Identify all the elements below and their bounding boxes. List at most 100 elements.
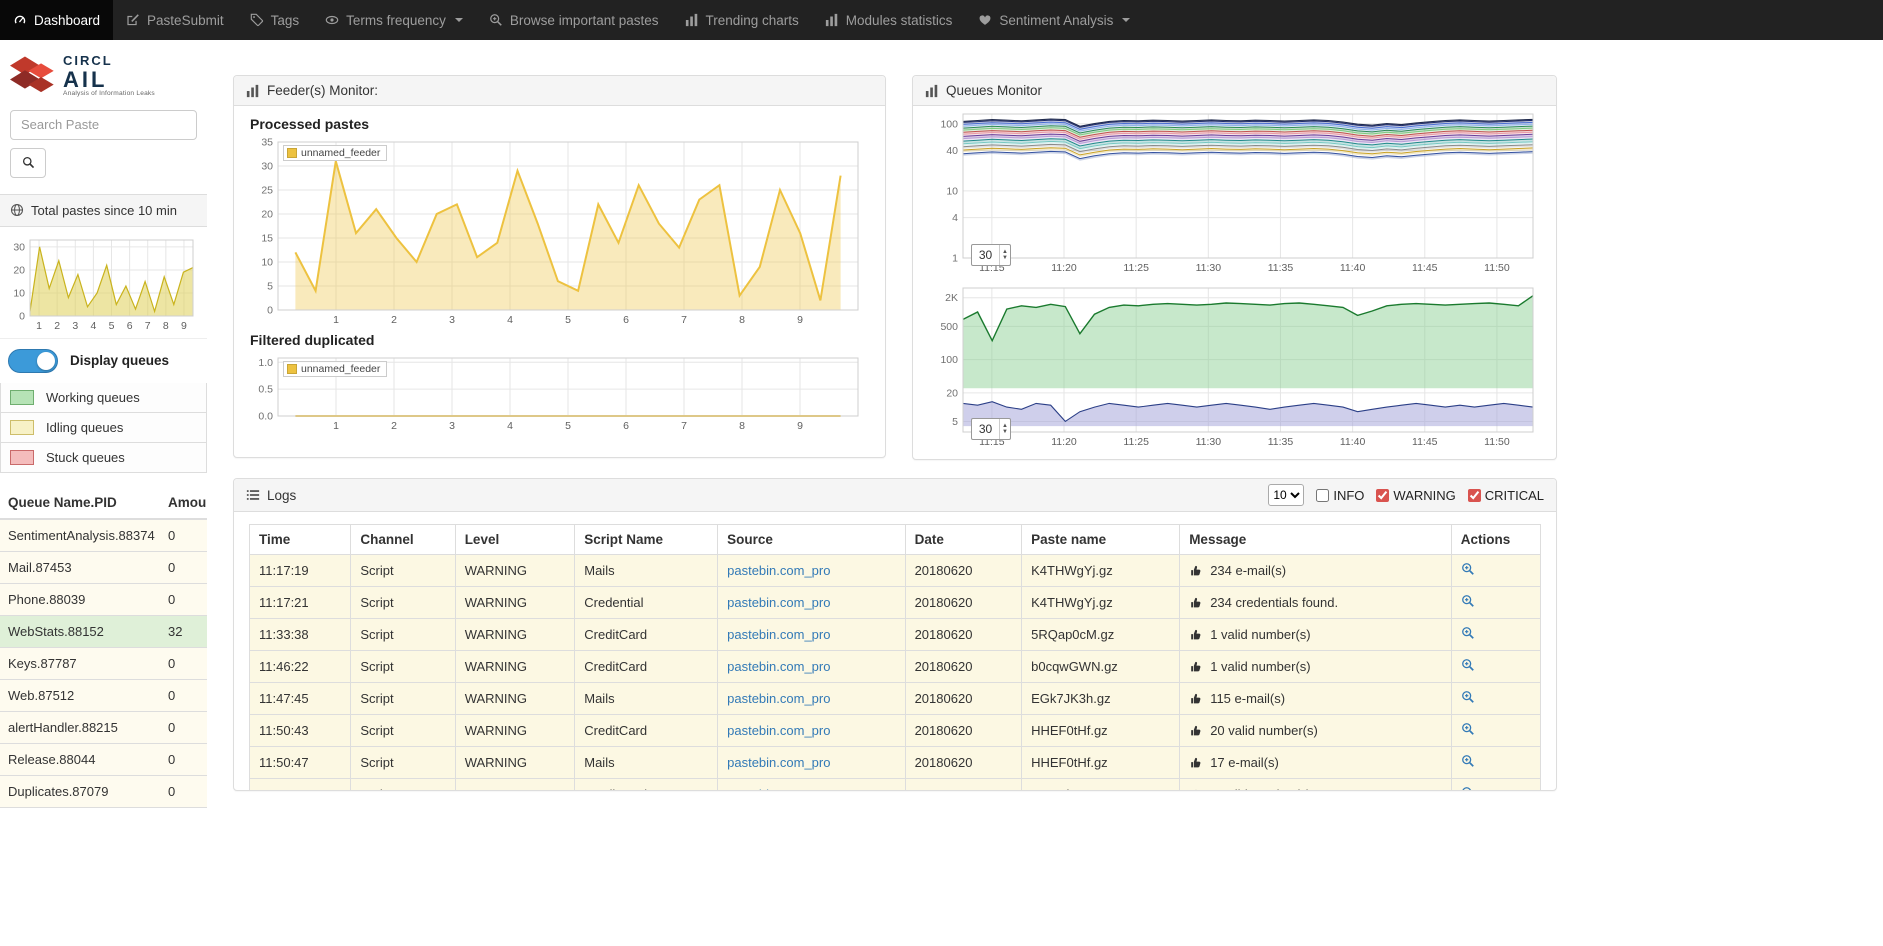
log-source-link[interactable]: pastebin.com_pro [727,787,830,791]
log-row: 11:17:19 Script WARNING Mails pastebin.c… [250,555,1541,587]
nav-pastesubmit[interactable]: PasteSubmit [113,0,237,40]
queue-name: Phone.88039 [0,583,160,615]
chart-icon [246,84,260,98]
svg-text:1: 1 [333,314,339,326]
chart-legend: unnamed_feeder [283,361,387,377]
nav-label: PasteSubmit [147,13,224,28]
inspect-paste-button[interactable] [1461,754,1475,768]
queue-row: Web.87512 0 [0,679,207,711]
logs-panel-heading: Logs 10 INFO WARNING CRITICAL [234,479,1556,512]
nav-browse-important-pastes[interactable]: Browse important pastes [476,0,672,40]
svg-text:0.0: 0.0 [258,411,273,423]
nav-trending-charts[interactable]: Trending charts [672,0,812,40]
log-channel: Script [351,587,455,619]
display-queues-label: Display queues [70,353,169,368]
thumbs-up-icon [1189,756,1203,770]
log-date: 20180620 [905,779,1022,792]
svg-text:20: 20 [261,209,273,221]
queue-amount: 0 [160,551,207,583]
log-source-link[interactable]: pastebin.com_pro [727,755,830,770]
nav-label: Modules statistics [846,13,953,28]
svg-text:500: 500 [940,321,958,333]
log-source-link[interactable]: pastebin.com_pro [727,595,830,610]
svg-text:8: 8 [739,314,745,326]
nav-tags[interactable]: Tags [237,0,313,40]
svg-text:1: 1 [333,420,339,432]
edit-icon [126,13,140,27]
svg-text:11:20: 11:20 [1051,262,1077,274]
spinner-arrows-icon[interactable]: ▲▼ [999,245,1010,265]
inspect-paste-button[interactable] [1461,658,1475,672]
nav-dashboard[interactable]: Dashboard [0,0,113,40]
log-row: 11:51:34 Script WARNING CreditCard paste… [250,779,1541,792]
log-level: WARNING [455,651,575,683]
log-source-link[interactable]: pastebin.com_pro [727,627,830,642]
svg-text:3: 3 [449,314,455,326]
col-channel: Channel [351,525,455,555]
queue-amount: 32 [160,615,207,647]
log-channel: Script [351,683,455,715]
display-queues-toggle[interactable] [8,349,58,373]
log-date: 20180620 [905,683,1022,715]
col-script-name: Script Name [575,525,718,555]
queue-row: SentimentAnalysis.88374 0 [0,519,207,552]
nav-modules-statistics[interactable]: Modules statistics [812,0,966,40]
logs-panel: Logs 10 INFO WARNING CRITICAL [233,478,1557,791]
nav-sentiment-analysis[interactable]: Sentiment Analysis [965,0,1143,40]
svg-text:11:50: 11:50 [1484,436,1510,448]
log-source-link[interactable]: pastebin.com_pro [727,659,830,674]
page-size-select[interactable]: 10 [1268,484,1304,506]
log-channel: Script [351,779,455,792]
queue-window-input[interactable]: 30 ▲▼ [971,244,1011,266]
log-script-name: Mails [575,555,718,587]
spinner-arrows-icon[interactable]: ▲▼ [999,419,1010,439]
log-paste-name: K4THWgYj.gz [1022,555,1180,587]
log-channel: Script [351,651,455,683]
nav-label: Dashboard [34,13,100,28]
svg-text:0.5: 0.5 [258,384,273,396]
inspect-paste-button[interactable] [1461,722,1475,736]
svg-text:2K: 2K [945,292,958,304]
log-date: 20180620 [905,619,1022,651]
queue-window-input[interactable]: 30 ▲▼ [971,418,1011,440]
queue-amount-header: Amount [160,487,207,519]
filter-label: WARNING [1393,488,1455,503]
log-channel: Script [351,715,455,747]
log-source-link[interactable]: pastebin.com_pro [727,691,830,706]
inspect-paste-button[interactable] [1461,690,1475,704]
log-message: 20 valid number(s) [1210,723,1318,738]
inspect-paste-button[interactable] [1461,786,1475,791]
legend-working-queues: Working queues [0,383,207,413]
queue-name: Keys.87787 [0,647,160,679]
search-paste-input[interactable] [10,110,197,140]
log-paste-name: qCPGbuBx.gz [1022,779,1180,792]
nav-terms-frequency[interactable]: Terms frequency [312,0,476,40]
thumbs-up-icon [1189,724,1203,738]
legend-stuck-queues: Stuck queues [0,443,207,473]
feeder-monitor-panel: Feeder(s) Monitor: Processed pastes 0510… [233,75,886,458]
log-channel: Script [351,555,455,587]
warning-checkbox[interactable] [1376,489,1389,502]
inspect-paste-button[interactable] [1461,594,1475,608]
feeder-panel-heading: Feeder(s) Monitor: [234,76,885,106]
log-source-link[interactable]: pastebin.com_pro [727,723,830,738]
log-source-link[interactable]: pastebin.com_pro [727,563,830,578]
log-script-name: Mails [575,683,718,715]
legend-label: Idling queues [46,420,123,435]
search-button[interactable] [10,148,46,178]
inspect-paste-button[interactable] [1461,626,1475,640]
sidebar: CIRCL AIL Analysis of Information Leaks … [0,40,207,946]
thumbs-up-icon [1189,564,1203,578]
svg-text:3: 3 [72,320,78,330]
svg-text:20: 20 [13,264,25,276]
queue-row: Mail.87453 0 [0,551,207,583]
total-pastes-header: Total pastes since 10 min [0,194,207,227]
zoom-in-icon [1461,690,1475,704]
svg-text:7: 7 [681,420,687,432]
critical-checkbox[interactable] [1468,489,1481,502]
nav-label: Terms frequency [346,13,446,28]
info-checkbox[interactable] [1316,489,1329,502]
log-message: 17 e-mail(s) [1210,755,1279,770]
inspect-paste-button[interactable] [1461,562,1475,576]
col-message: Message [1180,525,1452,555]
